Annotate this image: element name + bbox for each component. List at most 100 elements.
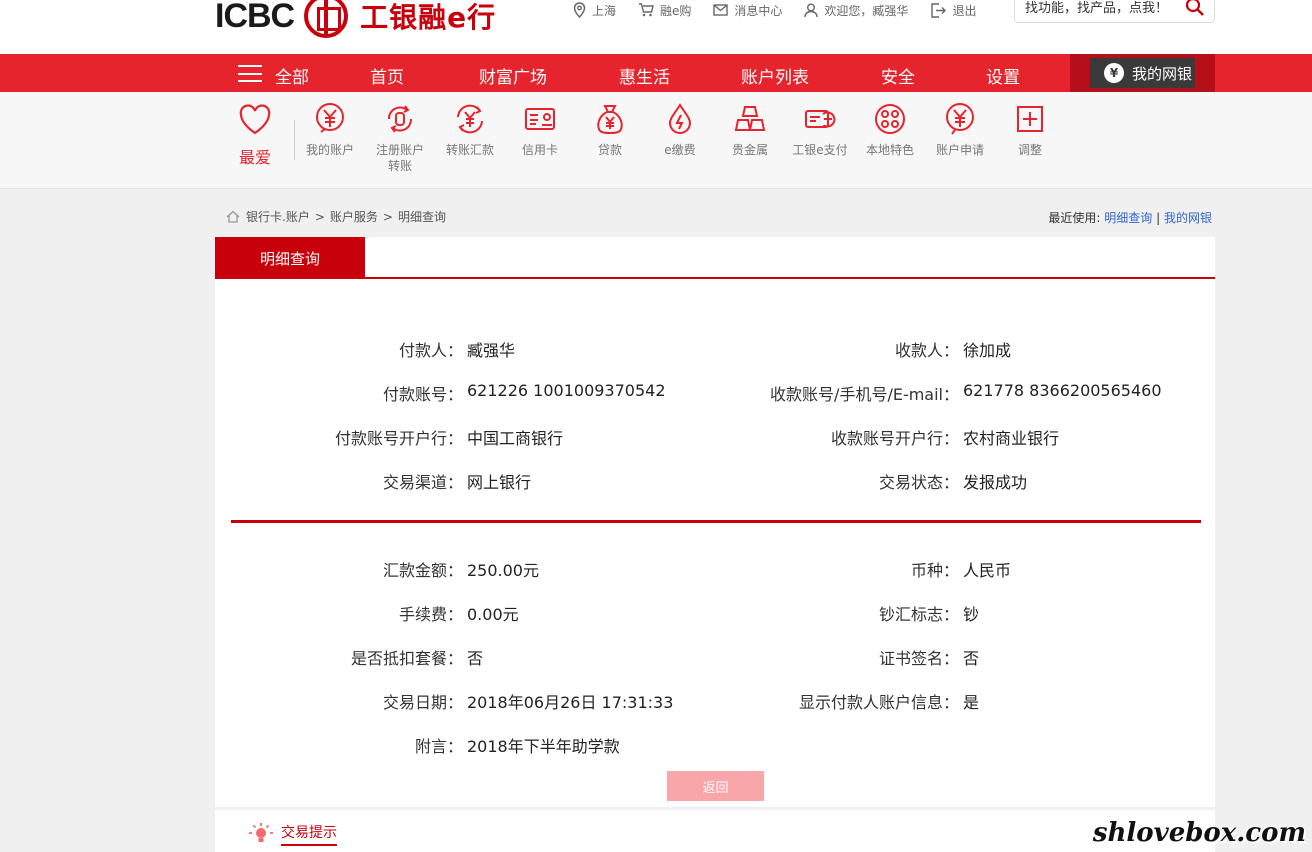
- search-input[interactable]: [1025, 1, 1175, 16]
- breadcrumb-separator: >: [382, 209, 393, 224]
- tips-bar: 交易提示: [215, 810, 1215, 852]
- quick-label: 转账汇款: [445, 143, 494, 157]
- quick-loan[interactable]: 贷款: [577, 102, 643, 158]
- link-logout[interactable]: 退出: [930, 0, 976, 20]
- icbc-logo[interactable]: ICBC 工银融e行: [215, 0, 496, 38]
- quick-label: 本地特色: [865, 143, 914, 157]
- quick-my-account[interactable]: 我的账户: [297, 102, 363, 158]
- drop-icon: [668, 103, 692, 134]
- nav-settings[interactable]: 设置: [986, 63, 1020, 88]
- main-nav: 全部 首页 财富广场 惠生活 账户列表 安全 设置 ¥ 我的网银: [0, 54, 1312, 92]
- tips-title[interactable]: 交易提示: [281, 822, 337, 846]
- money-bag-icon: [597, 105, 623, 135]
- quick-transfer[interactable]: 转账汇款: [437, 102, 503, 158]
- breadcrumb: 银行卡.账户 > 账户服务 > 明细查询: [226, 208, 446, 225]
- detail-label: 付款人：: [398, 341, 463, 360]
- recent-used: 最近使用: 明细查询 | 我的网银: [1048, 209, 1212, 226]
- logo-text: ICBC: [215, 0, 295, 35]
- search-box: [1014, 0, 1215, 23]
- tips-section: 交易提示: [249, 822, 337, 846]
- menu-icon[interactable]: [238, 65, 262, 82]
- top-links: 上海 融e购 消息中心 欢迎您，臧强华 退出: [573, 0, 998, 20]
- quick-label: 账户申请: [935, 143, 984, 157]
- quick-precious-metal[interactable]: 贵金属: [717, 102, 783, 158]
- detail-value: 250.00元: [467, 561, 539, 580]
- detail-label: 币种：: [910, 561, 959, 580]
- nav-wealth[interactable]: 财富广场: [479, 63, 547, 88]
- detail-label: 付款账号开户行：: [334, 429, 463, 448]
- transfer-icon: [457, 104, 483, 134]
- home-icon[interactable]: [226, 210, 240, 223]
- detail-value: 否: [467, 649, 484, 668]
- detail-label: 交易渠道：: [382, 473, 463, 492]
- detail-label: 附言：: [414, 737, 463, 756]
- lightbulb-icon: [249, 823, 273, 842]
- detail-label: 显示付款人账户信息：: [798, 693, 959, 712]
- e-pay-icon: [805, 110, 836, 128]
- nav-home[interactable]: 首页: [370, 63, 404, 88]
- link-logout-label: 退出: [952, 3, 977, 18]
- detail-value: 臧强华: [467, 341, 516, 360]
- link-messages[interactable]: 消息中心: [713, 0, 782, 20]
- link-welcome-label: 欢迎您，臧强华: [824, 3, 909, 18]
- breadcrumb-item[interactable]: 账户服务: [330, 208, 378, 225]
- quick-account-apply[interactable]: 账户申请: [927, 102, 993, 158]
- quick-local[interactable]: 本地特色: [857, 102, 923, 158]
- nav-accounts[interactable]: 账户列表: [741, 63, 809, 88]
- register-transfer-icon: [387, 105, 413, 133]
- quick-icbc-epay[interactable]: 工银e支付: [787, 102, 853, 158]
- logout-icon: [931, 2, 947, 18]
- money-bag-icon: ¥: [1104, 63, 1124, 83]
- watermark: shlovebox.com: [1092, 818, 1306, 848]
- quick-label: 我的账户: [305, 143, 354, 157]
- detail-value: 2018年06月26日 17:31:33: [467, 693, 674, 712]
- quick-label: 信用卡: [521, 143, 558, 157]
- quick-label: 贵金属: [731, 143, 768, 157]
- user-icon: [804, 3, 819, 17]
- quick-label: 贷款: [597, 143, 622, 157]
- nav-security[interactable]: 安全: [881, 63, 915, 88]
- cart-icon: [639, 3, 654, 17]
- detail-label: 钞汇标志：: [878, 605, 959, 624]
- favorite-label: 最爱: [238, 148, 271, 167]
- nav-life[interactable]: 惠生活: [619, 63, 670, 88]
- back-button[interactable]: 返回: [667, 771, 764, 801]
- detail-label: 交易日期：: [382, 693, 463, 712]
- detail-label: 收款人：: [894, 341, 959, 360]
- detail-label: 证书签名：: [878, 649, 959, 668]
- mail-icon: [713, 4, 729, 16]
- link-shop[interactable]: 融e购: [638, 0, 691, 20]
- link-welcome[interactable]: 欢迎您，臧强华: [804, 0, 908, 20]
- link-city[interactable]: 上海: [573, 0, 616, 20]
- breadcrumb-item[interactable]: 银行卡.账户: [246, 208, 310, 225]
- recent-link-mybank[interactable]: 我的网银: [1164, 211, 1212, 225]
- detail-label: 是否抵扣套餐：: [350, 649, 463, 668]
- link-messages-label: 消息中心: [734, 3, 783, 18]
- quick-adjust[interactable]: 调整: [997, 102, 1063, 158]
- nav-mybank[interactable]: ¥ 我的网银: [1070, 54, 1215, 92]
- favorite-item[interactable]: 最爱: [233, 104, 277, 168]
- recent-link-details[interactable]: 明细查询: [1104, 211, 1152, 225]
- location-icon: [573, 2, 586, 18]
- quick-register-transfer[interactable]: 注册账户转账: [367, 102, 433, 174]
- detail-value: 是: [963, 693, 980, 712]
- detail-value: 否: [963, 649, 980, 668]
- nav-all[interactable]: 全部: [275, 63, 309, 88]
- gold-bars-icon: [734, 106, 766, 131]
- detail-value: 0.00元: [467, 605, 519, 624]
- quick-e-pay-bill[interactable]: e缴费: [647, 102, 713, 158]
- tab-details-query[interactable]: 明细查询: [215, 237, 365, 279]
- top-header: ICBC 工银融e行 上海 融e购 消息中心 欢迎您，臧强华 退出: [0, 0, 1312, 54]
- mybank-label: 我的网银: [1132, 64, 1193, 83]
- detail-label: 收款账号/手机号/E-mail：: [770, 385, 959, 404]
- detail-value: 网上银行: [467, 473, 532, 492]
- link-shop-label: 融e购: [660, 3, 692, 18]
- icbc-seal-icon: [304, 0, 349, 38]
- quick-label: 调整: [1017, 143, 1042, 157]
- detail-label: 付款账号：: [382, 385, 463, 404]
- quick-credit-card[interactable]: 信用卡: [507, 102, 573, 158]
- recent-separator: |: [1156, 211, 1161, 225]
- detail-label: 汇款金额：: [382, 561, 463, 580]
- yen-coin-icon: [316, 103, 344, 133]
- search-icon[interactable]: [1185, 0, 1205, 17]
